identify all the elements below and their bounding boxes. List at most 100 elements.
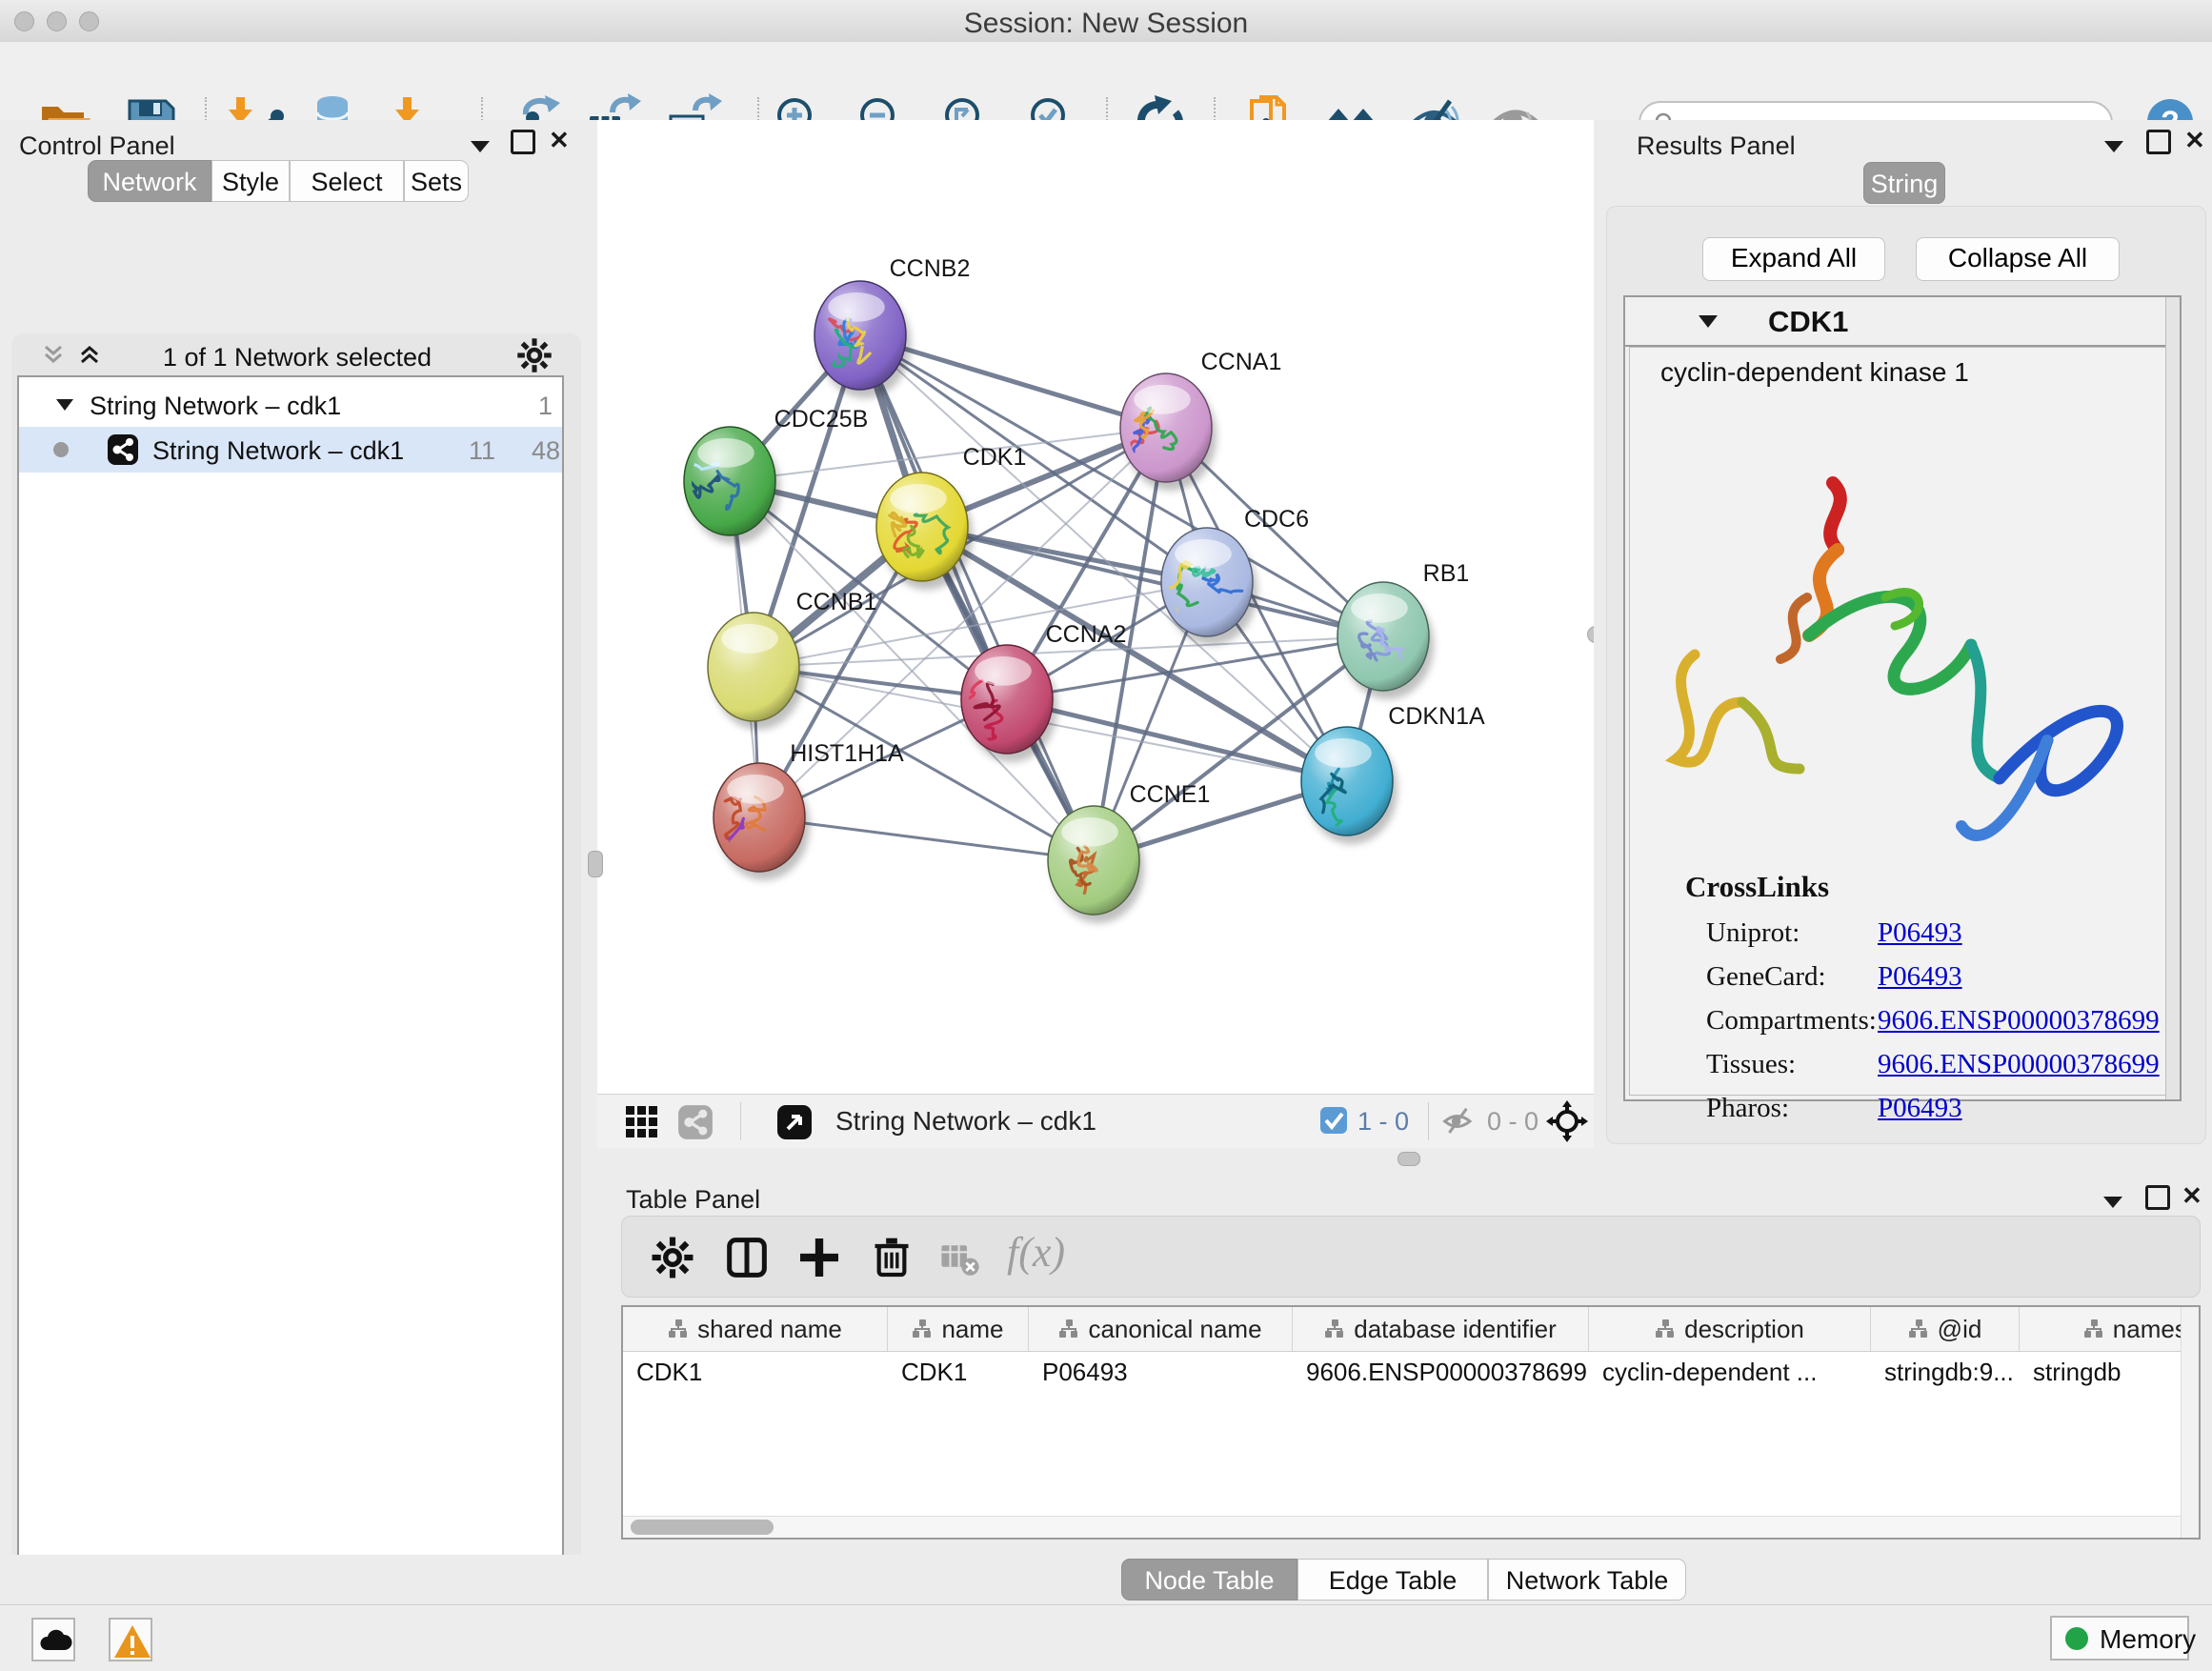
expand-all-button[interactable]: Expand All — [1702, 237, 1885, 281]
cell-name[interactable]: CDK1 — [888, 1351, 1029, 1393]
table-horizontal-scrollbar[interactable] — [623, 1516, 2182, 1538]
collapse-node-icon[interactable] — [1698, 314, 1719, 329]
warning-icon — [112, 1621, 152, 1661]
selected-checkbox-icon[interactable] — [1319, 1106, 1348, 1139]
node-card-title: CDK1 — [1768, 305, 1848, 339]
control-panel: Control Panel ✕ Network Style Select Set… — [0, 120, 598, 1591]
network-node-CDK1[interactable]: CDK1 — [876, 444, 1026, 590]
network-node-CCNA2[interactable]: CCNA2 — [945, 621, 1126, 762]
column-header-description[interactable]: description — [1589, 1307, 1871, 1351]
maximize-panel-icon[interactable] — [511, 130, 535, 154]
network-view-toolbar: String Network – cdk1 1 - 0 0 - 0 — [597, 1094, 1594, 1148]
warning-status-button[interactable] — [109, 1618, 152, 1661]
horizontal-splitter[interactable] — [597, 1148, 2212, 1181]
close-panel-icon[interactable]: ✕ — [2182, 1183, 2202, 1208]
network-options-gear-icon[interactable] — [516, 337, 553, 378]
network-node-CCNA1[interactable]: CCNA1 — [1120, 349, 1281, 491]
node-label-CCNB2: CCNB2 — [890, 255, 971, 282]
crosslink-label: Uniprot: — [1706, 917, 1800, 949]
network-node-CCNE1[interactable]: CCNE1 — [1048, 781, 1210, 923]
network-node-CCNB2[interactable]: CCNB2 — [814, 255, 970, 398]
network-collection-row[interactable]: String Network – cdk1 1 — [19, 383, 562, 427]
column-header-namespace[interactable]: namespace — [2020, 1307, 2201, 1351]
tab-sets[interactable]: Sets — [404, 160, 469, 202]
column-header-canonical-name[interactable]: canonical name — [1029, 1307, 1293, 1351]
cell-description[interactable]: cyclin-dependent ... — [1589, 1351, 1871, 1393]
edge-CCNB2-CCNE1[interactable] — [860, 335, 1094, 860]
collection-expand-icon[interactable] — [55, 398, 74, 412]
tab-node-table[interactable]: Node Table — [1121, 1559, 1297, 1601]
cell-namespace[interactable]: stringdb — [2020, 1351, 2201, 1393]
float-panel-icon[interactable] — [2101, 1195, 2124, 1215]
column-header-label: @id — [1938, 1315, 1982, 1344]
collection-count: 1 — [514, 392, 553, 421]
table-vertical-scrollbar[interactable] — [2181, 1307, 2199, 1538]
tab-network[interactable]: Network — [88, 160, 211, 202]
cloud-status-button[interactable] — [31, 1618, 75, 1661]
float-panel-icon[interactable] — [2102, 139, 2125, 159]
crosslink-link[interactable]: P06493 — [1878, 961, 1962, 993]
crosslink-link[interactable]: P06493 — [1878, 1093, 1962, 1124]
close-panel-icon[interactable]: ✕ — [2184, 128, 2205, 152]
cell--id[interactable]: stringdb:9... — [1871, 1351, 2020, 1393]
crosslink-link[interactable]: P06493 — [1878, 917, 1962, 949]
float-panel-icon[interactable] — [469, 139, 492, 159]
table-row[interactable]: CDK1CDK1P064939606.ENSP00000378699cyclin… — [623, 1351, 2201, 1393]
tab-style[interactable]: Style — [211, 160, 290, 202]
memory-button[interactable]: Memory — [2050, 1616, 2189, 1661]
hidden-count: 0 - 0 — [1487, 1107, 1538, 1137]
network-node-CDKN1A[interactable]: CDKN1A — [1301, 703, 1485, 844]
show-columns-icon[interactable] — [723, 1234, 771, 1286]
network-list-panel: 1 of 1 Network selected String Network –… — [11, 333, 581, 1671]
expand-all-networks-icon[interactable] — [76, 341, 103, 372]
results-scrollbar[interactable] — [2165, 297, 2180, 1099]
tab-string[interactable]: String — [1863, 162, 1945, 204]
edge-CCNA2-CDKN1A[interactable] — [1007, 699, 1347, 781]
pan-crosshair-icon[interactable] — [1546, 1100, 1588, 1147]
network-node-CCNB1[interactable]: CCNB1 — [708, 589, 876, 730]
node-label-RB1: RB1 — [1423, 560, 1470, 587]
collapse-all-button[interactable]: Collapse All — [1916, 237, 2120, 281]
tab-select[interactable]: Select — [290, 160, 404, 202]
network-node-HIST1H1A[interactable]: HIST1H1A — [714, 740, 904, 880]
column-header-label: shared name — [697, 1315, 842, 1344]
close-panel-icon[interactable]: ✕ — [549, 128, 570, 152]
maximize-panel-icon[interactable] — [2145, 1185, 2170, 1210]
column-header-label: canonical name — [1088, 1315, 1261, 1344]
delete-table-icon[interactable] — [940, 1241, 980, 1282]
tab-network-table[interactable]: Network Table — [1488, 1559, 1686, 1601]
network-node-CDC25B[interactable]: CDC25B — [665, 406, 868, 544]
network-row-selected[interactable]: String Network – cdk1 11 48 — [19, 427, 562, 473]
create-column-icon[interactable] — [795, 1234, 843, 1286]
left-splitter-handle[interactable] — [588, 851, 603, 877]
node-label-CCNA1: CCNA1 — [1201, 349, 1282, 375]
grid-view-icon[interactable] — [624, 1104, 660, 1145]
node-card-header[interactable]: CDK1 — [1625, 297, 2180, 347]
current-network-indicator — [53, 442, 69, 457]
network-canvas[interactable]: CCNB2 CCNA1 CDC25BCDK1 CDC6 RB1 CCNB1 CCNA2 CDK… — [597, 120, 1594, 1094]
column-header-name[interactable]: name — [888, 1307, 1029, 1351]
delete-column-icon[interactable] — [868, 1232, 915, 1284]
maximize-panel-icon[interactable] — [2146, 130, 2171, 154]
scrollbar-thumb[interactable] — [631, 1520, 774, 1535]
table-panel-title: Table Panel — [626, 1185, 760, 1215]
tab-edge-table[interactable]: Edge Table — [1297, 1559, 1488, 1601]
splitter-handle[interactable] — [1398, 1152, 1420, 1166]
crosslink-link[interactable]: 9606.ENSP00000378699 — [1878, 1049, 2160, 1080]
network-graph[interactable]: CCNB2 CCNA1 CDC25BCDK1 CDC6 RB1 CCNB1 CCNA2 CDK… — [607, 127, 1587, 1094]
node-label-CCNA2: CCNA2 — [1046, 621, 1127, 648]
network-view-mode-icon[interactable] — [677, 1104, 714, 1145]
network-node-CDC6[interactable]: CDC6 — [1161, 506, 1309, 645]
node-label-CCNE1: CCNE1 — [1130, 781, 1211, 808]
network-node-RB1[interactable]: RB1 — [1337, 560, 1469, 699]
cell-database-identifier[interactable]: 9606.ENSP00000378699 — [1293, 1351, 1589, 1393]
column-header--id[interactable]: @id — [1871, 1307, 2020, 1351]
crosslink-link[interactable]: 9606.ENSP00000378699 — [1878, 1005, 2160, 1037]
column-header-shared-name[interactable]: shared name — [623, 1307, 888, 1351]
column-header-database-identifier[interactable]: database identifier — [1293, 1307, 1589, 1351]
collapse-all-networks-icon[interactable] — [40, 341, 67, 372]
cell-shared-name[interactable]: CDK1 — [623, 1351, 888, 1393]
table-options-gear-icon[interactable] — [651, 1236, 694, 1284]
cell-canonical-name[interactable]: P06493 — [1029, 1351, 1293, 1393]
birds-eye-view-icon[interactable] — [776, 1104, 813, 1145]
